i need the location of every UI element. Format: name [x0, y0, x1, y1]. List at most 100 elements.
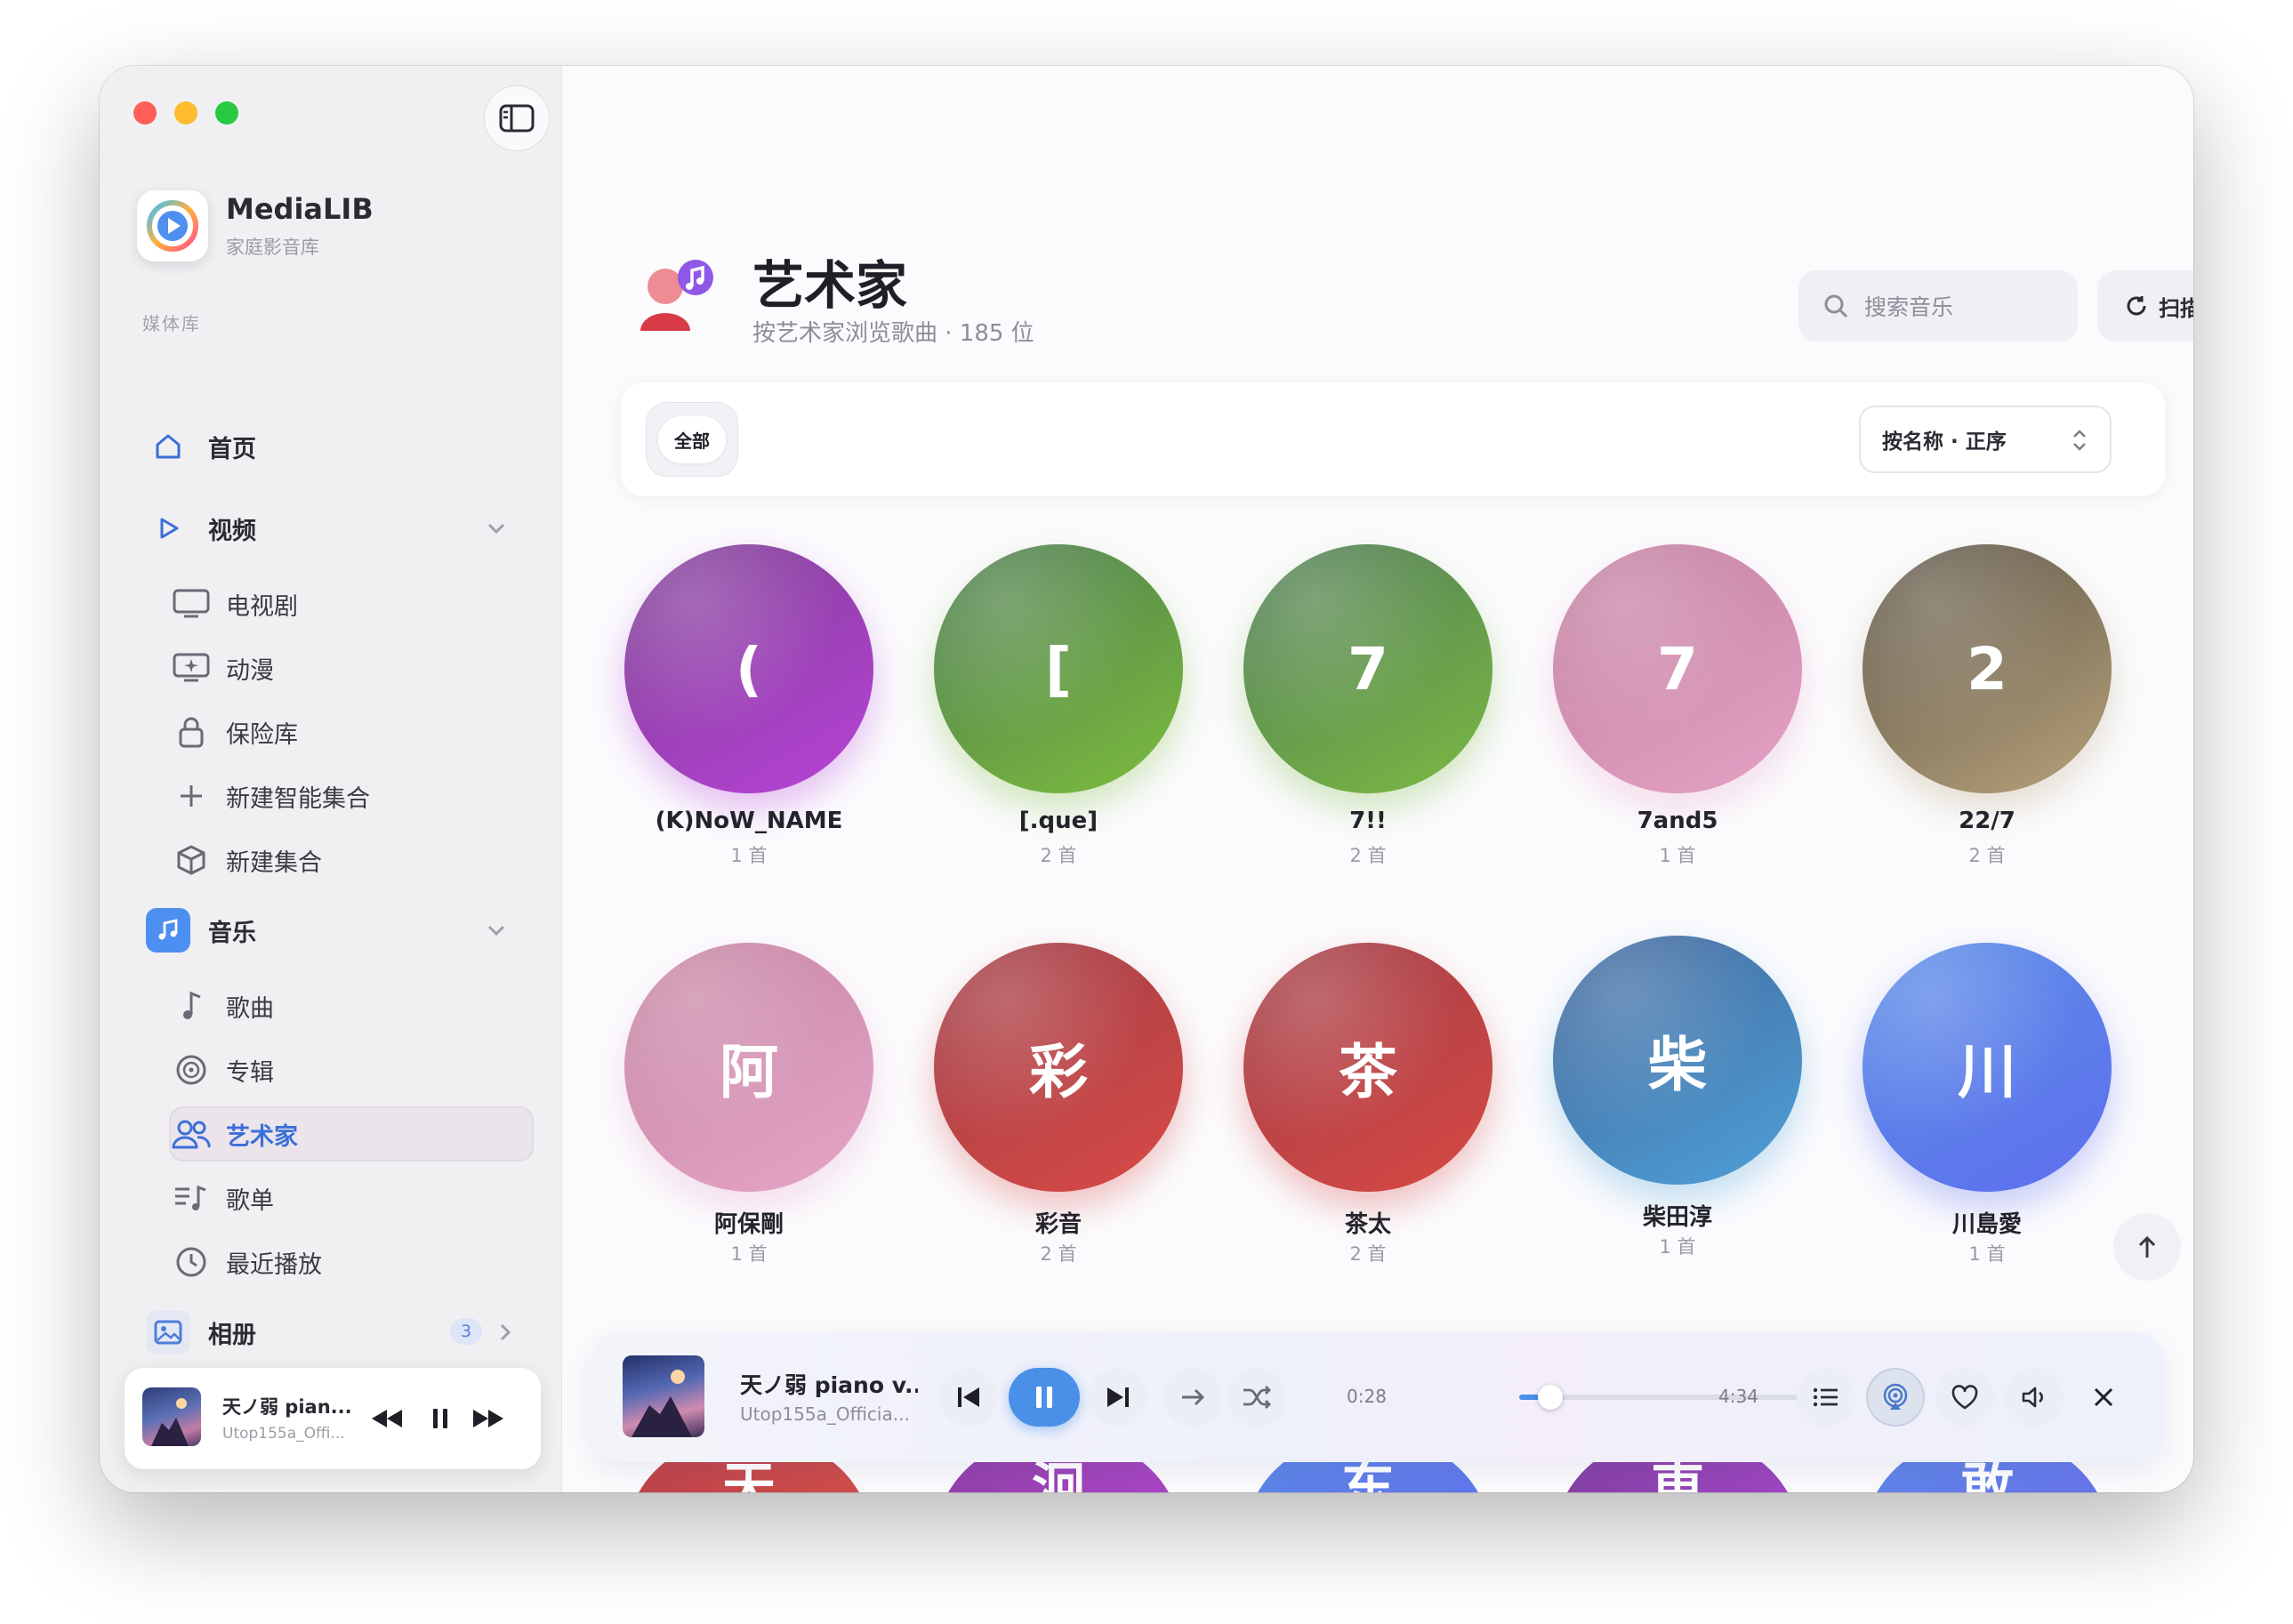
- artist-card[interactable]: 2 22/7 2 首: [1854, 544, 2120, 866]
- favorite-button[interactable]: [1935, 1368, 1994, 1427]
- scroll-to-top-button[interactable]: [2113, 1213, 2181, 1281]
- sidebar-item-label: 视频: [208, 517, 256, 545]
- chevron-right-icon[interactable]: [493, 1320, 518, 1345]
- fast-forward-icon: [473, 1410, 503, 1427]
- close-player-button[interactable]: [2074, 1368, 2133, 1427]
- mini-track-artist: Utop155a_Offi...: [222, 1425, 345, 1443]
- progress-knob[interactable]: [1538, 1385, 1563, 1410]
- home-icon: [146, 424, 190, 469]
- sidebar-item-artists[interactable]: 艺术家: [169, 1106, 534, 1162]
- previous-button[interactable]: [939, 1368, 998, 1427]
- artist-card[interactable]: 茶茶太 2 首: [1235, 943, 1501, 1265]
- sparkle-tv-icon: [169, 646, 213, 690]
- filter-chip-all[interactable]: 全部: [646, 402, 738, 477]
- artist-song-count: 2 首: [1968, 845, 2006, 866]
- rewind-icon: [372, 1410, 402, 1427]
- fast-forward-button[interactable]: [471, 1403, 505, 1434]
- chevron-down-icon[interactable]: [484, 516, 509, 541]
- speaker-icon: [2022, 1387, 2043, 1408]
- artist-card[interactable]: 阿阿保剛 1 首: [615, 943, 882, 1265]
- sidebar-item-music[interactable]: 音乐: [146, 902, 528, 959]
- sidebar-item-playlists[interactable]: 歌单: [169, 1170, 534, 1226]
- artist-header-icon: [640, 260, 713, 331]
- artist-name: 柴田淳: [1642, 1204, 1712, 1231]
- duration-time: 4:34: [1718, 1386, 1758, 1407]
- queue-button[interactable]: [1797, 1368, 1855, 1427]
- rewind-button[interactable]: [370, 1403, 404, 1434]
- sidebar-item-vault[interactable]: 保险库: [169, 704, 534, 760]
- artist-song-count: 1 首: [1659, 845, 1696, 866]
- box-icon: [169, 838, 213, 882]
- artist-card[interactable]: 川川島愛 1 首: [1854, 943, 2120, 1265]
- play-icon: [146, 506, 190, 551]
- minimize-window-button[interactable]: [174, 101, 197, 125]
- artist-card[interactable]: ((K)NoW_NAME 1 首: [615, 544, 882, 866]
- artist-avatar: (: [624, 544, 873, 793]
- app-logo: [137, 190, 208, 261]
- section-label: 媒体库: [142, 313, 201, 334]
- artist-card[interactable]: 柴柴田淳 1 首: [1544, 936, 1811, 1258]
- volume-button[interactable]: [2005, 1368, 2064, 1427]
- progress-slider[interactable]: [1519, 1385, 1822, 1410]
- album-artwork: [623, 1355, 704, 1437]
- sidebar-item-label: 保险库: [226, 720, 298, 749]
- sidebar-item-tv[interactable]: 电视剧: [169, 576, 534, 631]
- artist-name: 茶太: [1344, 1211, 1391, 1238]
- page-title: 艺术家: [752, 255, 908, 316]
- disc-icon: [169, 1048, 213, 1092]
- artist-song-count: 2 首: [1349, 845, 1387, 866]
- artist-song-count: 2 首: [1349, 1243, 1387, 1265]
- chevron-down-icon[interactable]: [484, 918, 509, 943]
- shuffle-button[interactable]: [1227, 1368, 1286, 1427]
- artist-card[interactable]: [[.que] 2 首: [925, 544, 1192, 866]
- app-subtitle: 家庭影音库: [226, 237, 319, 258]
- artist-song-count: 1 首: [1968, 1243, 2006, 1265]
- sidebar-toggle-button[interactable]: [484, 85, 550, 151]
- artist-song-count: 1 首: [730, 845, 768, 866]
- heart-icon: [1951, 1385, 1978, 1410]
- sidebar-item-video[interactable]: 视频: [146, 500, 528, 557]
- scan-button[interactable]: 扫描: [2097, 270, 2193, 342]
- artist-name: [.que]: [1018, 808, 1098, 834]
- repeat-off-button[interactable]: [1163, 1368, 1222, 1427]
- lock-icon: [169, 710, 213, 754]
- sidebar-item-label: 动漫: [226, 656, 274, 685]
- next-button[interactable]: [1089, 1368, 1147, 1427]
- sidebar-item-albums[interactable]: 专辑: [169, 1042, 534, 1097]
- sidebar-item-new-smart-collection[interactable]: 新建智能集合: [169, 768, 534, 824]
- sidebar-item-home[interactable]: 首页: [146, 418, 528, 475]
- airplay-button[interactable]: [1866, 1368, 1925, 1427]
- artist-card[interactable]: 7 7!! 2 首: [1235, 544, 1501, 866]
- arrow-right-icon: [1182, 1388, 1205, 1406]
- pause-button[interactable]: [1009, 1368, 1080, 1427]
- artist-avatar: [: [934, 544, 1183, 793]
- sidebar-item-photos[interactable]: 相册 3: [146, 1304, 528, 1361]
- close-icon: [2094, 1387, 2113, 1407]
- app-name: MediaLIB: [226, 192, 374, 226]
- pause-button[interactable]: [423, 1403, 457, 1434]
- artist-card[interactable]: 彩彩音 2 首: [925, 943, 1192, 1265]
- app-window: MediaLIB 家庭影音库 媒体库 首页 视频 电视剧 动漫 保险库 新建智能…: [100, 66, 2193, 1492]
- artist-name: 阿保剛: [713, 1211, 784, 1238]
- refresh-icon: [2127, 296, 2146, 316]
- sidebar-item-recent[interactable]: 最近播放: [169, 1234, 534, 1290]
- sidebar-item-label: 电视剧: [226, 592, 298, 621]
- artist-name: 22/7: [1959, 808, 2015, 834]
- playlist-icon: [169, 1176, 213, 1220]
- clock-icon: [169, 1240, 213, 1284]
- artist-avatar: 茶: [1243, 943, 1492, 1192]
- artist-card[interactable]: 7 7and5 1 首: [1544, 544, 1811, 866]
- search-icon: [1824, 294, 1848, 318]
- sidebar-item-new-collection[interactable]: 新建集合: [169, 832, 534, 888]
- count-badge: 3: [450, 1318, 482, 1345]
- sidebar-item-anime[interactable]: 动漫: [169, 640, 534, 695]
- sidebar-item-songs[interactable]: 歌曲: [169, 978, 534, 1033]
- artist-name: 川島愛: [1951, 1211, 2022, 1238]
- filter-chip-label: 全部: [658, 415, 726, 463]
- tv-icon: [169, 582, 213, 626]
- zoom-window-button[interactable]: [215, 101, 238, 125]
- search-input[interactable]: 搜索音乐: [1798, 270, 2078, 342]
- mini-player[interactable]: 天ノ弱 pian... Utop155a_Offi...: [125, 1368, 541, 1469]
- close-window-button[interactable]: [133, 101, 157, 125]
- sort-select[interactable]: 按名称 · 正序: [1859, 406, 2112, 473]
